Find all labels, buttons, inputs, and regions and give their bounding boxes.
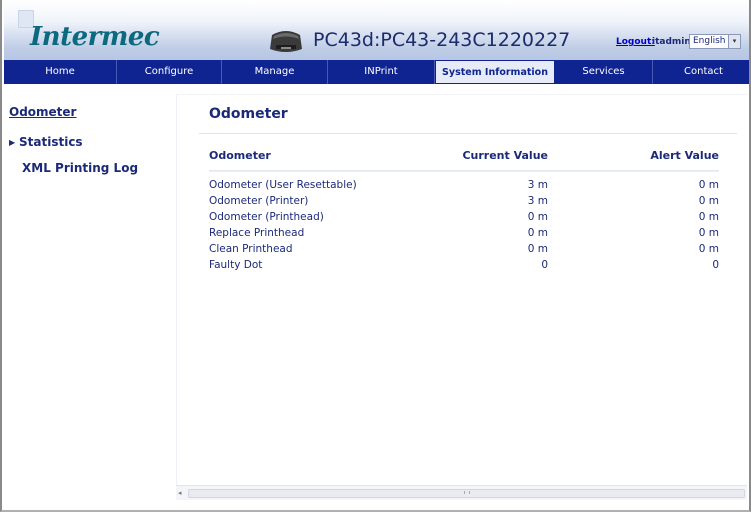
- language-value: English: [693, 36, 726, 46]
- column-header-current-value: Current Value: [462, 149, 548, 162]
- table-row: Faulty Dot 0 0: [177, 259, 748, 275]
- row-current-value: 0 m: [527, 211, 548, 223]
- row-current-value: 0: [541, 259, 548, 271]
- printer-title: PC43d:PC43-243C1220227: [313, 29, 571, 51]
- table-row: Odometer (Printhead) 0 m 0 m: [177, 211, 748, 227]
- row-name: Odometer (Printer): [209, 195, 309, 207]
- tab-configure[interactable]: Configure: [117, 60, 222, 84]
- row-name: Odometer (User Resettable): [209, 179, 357, 191]
- row-name: Faulty Dot: [209, 259, 263, 271]
- tab-system-information[interactable]: System Information: [435, 60, 555, 84]
- row-alert-value: 0: [712, 259, 719, 271]
- row-name: Odometer (Printhead): [209, 211, 324, 223]
- tab-manage[interactable]: Manage: [222, 60, 328, 84]
- row-alert-value: 0 m: [698, 227, 719, 239]
- row-current-value: 0 m: [527, 227, 548, 239]
- tab-services[interactable]: Services: [555, 60, 653, 84]
- horizontal-scrollbar[interactable]: ◂: [176, 485, 747, 500]
- row-name: Replace Printhead: [209, 227, 305, 239]
- main-content: Odometer Odometer Current Value Alert Va…: [176, 94, 748, 485]
- printer-icon: [270, 31, 302, 52]
- triangle-right-icon: ▶: [9, 138, 16, 147]
- sidebar-item-xml-printing-log[interactable]: XML Printing Log: [22, 161, 138, 175]
- sidebar-item-statistics[interactable]: Statistics: [19, 135, 83, 149]
- header-banner: Intermec PC43d:PC43-243C1220227 Logout: …: [4, 0, 749, 60]
- sidebar-item-odometer[interactable]: Odometer: [9, 105, 76, 119]
- divider: [199, 133, 737, 134]
- divider: [209, 170, 719, 172]
- row-current-value: 3 m: [527, 195, 548, 207]
- tab-home[interactable]: Home: [4, 60, 117, 84]
- language-select[interactable]: English ▾: [689, 34, 741, 49]
- app-window: Intermec PC43d:PC43-243C1220227 Logout: …: [0, 0, 751, 512]
- chevron-down-icon[interactable]: ▾: [728, 34, 741, 49]
- column-header-odometer: Odometer: [209, 149, 271, 162]
- table-row: Odometer (User Resettable) 3 m 0 m: [177, 179, 748, 195]
- sidebar: Odometer ▶ Statistics XML Printing Log: [4, 84, 176, 510]
- tab-inprint[interactable]: INPrint: [328, 60, 435, 84]
- row-alert-value: 0 m: [698, 211, 719, 223]
- tab-contact[interactable]: Contact: [653, 60, 751, 84]
- intermec-logo: Intermec: [30, 22, 160, 52]
- user-name: itadmin: [652, 37, 691, 47]
- main-nav: Home Configure Manage INPrint System Inf…: [4, 60, 749, 84]
- table-row: Odometer (Printer) 3 m 0 m: [177, 195, 748, 211]
- table-row: Replace Printhead 0 m 0 m: [177, 227, 748, 243]
- row-name: Clean Printhead: [209, 243, 293, 255]
- scroll-left-icon[interactable]: ◂: [178, 489, 182, 497]
- page-title: Odometer: [209, 106, 288, 122]
- scrollbar-thumb[interactable]: [188, 489, 745, 498]
- grip-icon: [464, 491, 470, 494]
- row-current-value: 3 m: [527, 179, 548, 191]
- row-alert-value: 0 m: [698, 243, 719, 255]
- logout-link[interactable]: Logout:: [616, 37, 655, 47]
- table-row: Clean Printhead 0 m 0 m: [177, 243, 748, 259]
- column-header-alert-value: Alert Value: [650, 149, 719, 162]
- row-alert-value: 0 m: [698, 195, 719, 207]
- row-current-value: 0 m: [527, 243, 548, 255]
- row-alert-value: 0 m: [698, 179, 719, 191]
